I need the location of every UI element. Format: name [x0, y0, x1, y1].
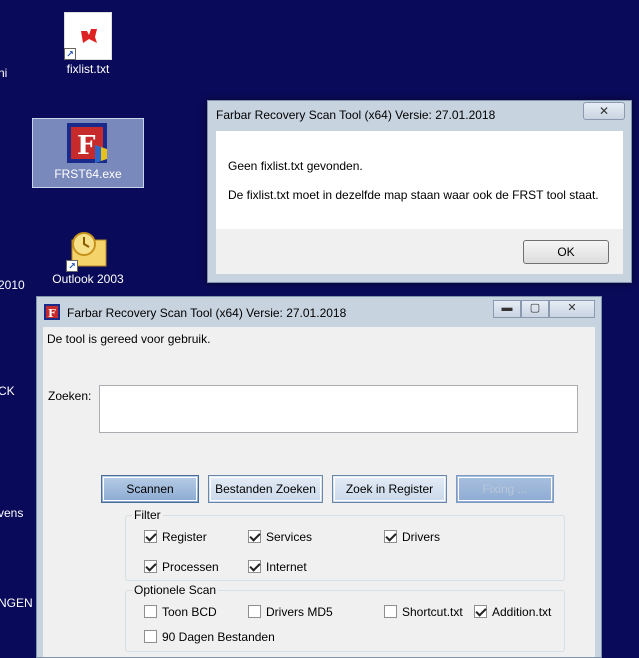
search-label: Zoeken: — [48, 389, 92, 403]
dialog-title: Farbar Recovery Scan Tool (x64) Versie: … — [216, 108, 496, 122]
checkbox-checked-icon[interactable] — [474, 605, 487, 618]
close-button[interactable]: ✕ — [583, 102, 625, 120]
checkbox-label: Drivers — [402, 530, 440, 544]
checkbox-services[interactable]: Services — [248, 530, 312, 544]
checkbox-checked-icon[interactable] — [248, 560, 261, 573]
desktop-icon-fixlist[interactable]: ↗ fixlist.txt — [48, 12, 128, 76]
window-client-area: De tool is gereed voor gebruik. Zoeken: … — [43, 327, 595, 657]
checkbox-checked-icon[interactable] — [384, 530, 397, 543]
dialog-message: Geen fixlist.txt gevonden. — [228, 159, 363, 173]
desktop-icon-label: fixlist.txt — [66, 62, 110, 76]
svg-text:F: F — [48, 307, 56, 320]
checkbox-processen[interactable]: Processen — [144, 560, 219, 574]
checkbox-drivers[interactable]: Drivers — [384, 530, 440, 544]
frst-app-icon: F — [65, 121, 111, 165]
checkbox-shortcut-txt[interactable]: Shortcut.txt — [384, 605, 463, 619]
checkbox-drivers-md5[interactable]: Drivers MD5 — [248, 605, 333, 619]
checkbox-unchecked-icon[interactable] — [248, 605, 261, 618]
status-text: De tool is gereed voor gebruik. — [47, 332, 211, 346]
close-button[interactable]: ✕ — [549, 300, 595, 318]
checkbox-checked-icon[interactable] — [144, 560, 157, 573]
fix-button[interactable]: Fixing ... — [456, 475, 554, 503]
checkbox-label: Drivers MD5 — [266, 605, 333, 619]
checkbox-register[interactable]: Register — [144, 530, 207, 544]
search-registry-button[interactable]: Zoek in Register — [332, 475, 447, 503]
checkbox-unchecked-icon[interactable] — [144, 630, 157, 643]
checkbox-label: Internet — [266, 560, 307, 574]
checkbox-toon-bcd[interactable]: Toon BCD — [144, 605, 217, 619]
svg-text:F: F — [77, 131, 96, 161]
desktop-icon-frst64[interactable]: F FRST64.exe — [32, 118, 144, 188]
desktop-edge-label: 2010 — [0, 278, 25, 292]
checkbox-label: Shortcut.txt — [402, 605, 463, 619]
checkbox-label: Addition.txt — [492, 605, 552, 619]
frst-app-icon: F — [44, 304, 62, 322]
optional-scan-label: Optionele Scan — [132, 583, 219, 597]
filter-group: Filter Register Services Drivers Process… — [125, 508, 565, 581]
ok-button[interactable]: OK — [523, 240, 609, 264]
desktop-edge-label: vens — [0, 506, 24, 520]
minimize-button[interactable]: ▬ — [493, 300, 521, 318]
desktop-edge-label: CK — [0, 384, 15, 398]
search-files-button[interactable]: Bestanden Zoeken — [208, 475, 323, 503]
frst-main-window: F Farbar Recovery Scan Tool (x64) Versie… — [36, 296, 602, 658]
dialog-message: De fixlist.txt moet in dezelfde map staa… — [228, 188, 599, 202]
desktop-edge-label: ni — [0, 66, 8, 80]
message-dialog: Farbar Recovery Scan Tool (x64) Versie: … — [207, 100, 632, 283]
search-input[interactable] — [99, 385, 578, 433]
checkbox-unchecked-icon[interactable] — [384, 605, 397, 618]
checkbox-90-dagen[interactable]: 90 Dagen Bestanden — [144, 630, 275, 644]
checkbox-checked-icon[interactable] — [144, 530, 157, 543]
shortcut-arrow-icon: ↗ — [64, 48, 76, 60]
checkbox-unchecked-icon[interactable] — [144, 605, 157, 618]
dialog-body: Geen fixlist.txt gevonden. De fixlist.tx… — [216, 131, 623, 229]
checkbox-internet[interactable]: Internet — [248, 560, 307, 574]
desktop-edge-label: NGEN — [0, 596, 33, 610]
filter-group-label: Filter — [132, 508, 163, 522]
dialog-footer: OK — [216, 229, 623, 274]
checkbox-label: Services — [266, 530, 313, 544]
checkbox-label: Processen — [162, 560, 219, 574]
desktop-icon-outlook[interactable]: ↗ Outlook 2003 — [48, 230, 128, 286]
maximize-button[interactable]: ▢ — [521, 300, 549, 318]
window-title: Farbar Recovery Scan Tool (x64) Versie: … — [67, 306, 347, 320]
desktop-icon-label: FRST64.exe — [54, 167, 122, 181]
optional-scan-group: Optionele Scan Toon BCD Drivers MD5 Shor… — [125, 583, 565, 652]
checkbox-label: Register — [162, 530, 207, 544]
desktop-icon-label: Outlook 2003 — [52, 272, 124, 286]
checkbox-label: 90 Dagen Bestanden — [162, 630, 275, 644]
shortcut-arrow-icon: ↗ — [66, 260, 78, 272]
checkbox-checked-icon[interactable] — [248, 530, 261, 543]
checkbox-label: Toon BCD — [162, 605, 217, 619]
scan-button[interactable]: Scannen — [101, 475, 199, 503]
checkbox-addition-txt[interactable]: Addition.txt — [474, 605, 551, 619]
